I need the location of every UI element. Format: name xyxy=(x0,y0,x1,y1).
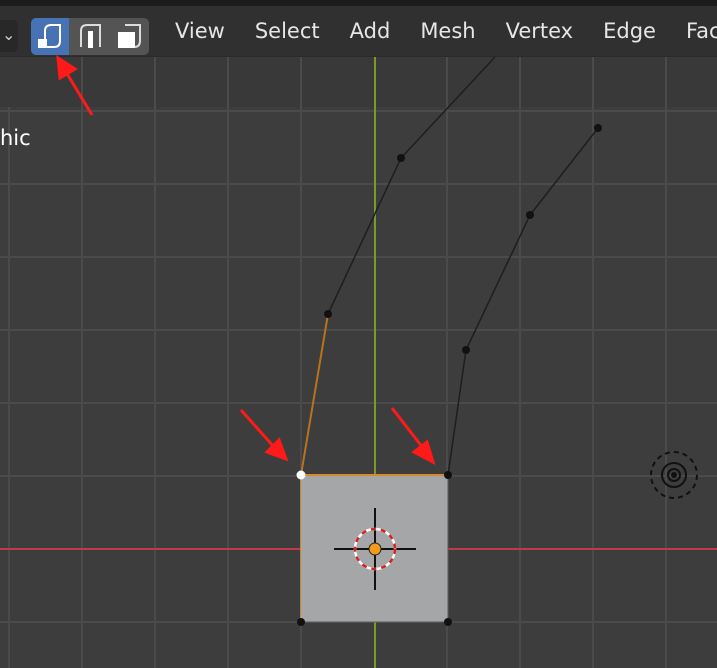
vertex xyxy=(444,471,452,479)
vertex xyxy=(297,618,305,626)
vertex xyxy=(462,346,470,354)
vertex xyxy=(444,618,452,626)
annotation-arrow-icon xyxy=(390,407,436,465)
vertex xyxy=(526,211,534,219)
viewport-scene xyxy=(0,55,717,668)
annotation-arrow-icon xyxy=(56,55,94,116)
vertex xyxy=(594,124,602,132)
extruded-edge-right xyxy=(447,127,599,476)
vertex xyxy=(397,154,405,162)
extruded-edge-left xyxy=(300,56,496,476)
extruded-edge-left-selected xyxy=(300,313,329,476)
viewport-overlay-text: hic xyxy=(0,126,31,150)
vertex xyxy=(324,310,332,318)
active-vertex xyxy=(296,470,306,480)
annotation-arrow-icon xyxy=(239,409,289,462)
